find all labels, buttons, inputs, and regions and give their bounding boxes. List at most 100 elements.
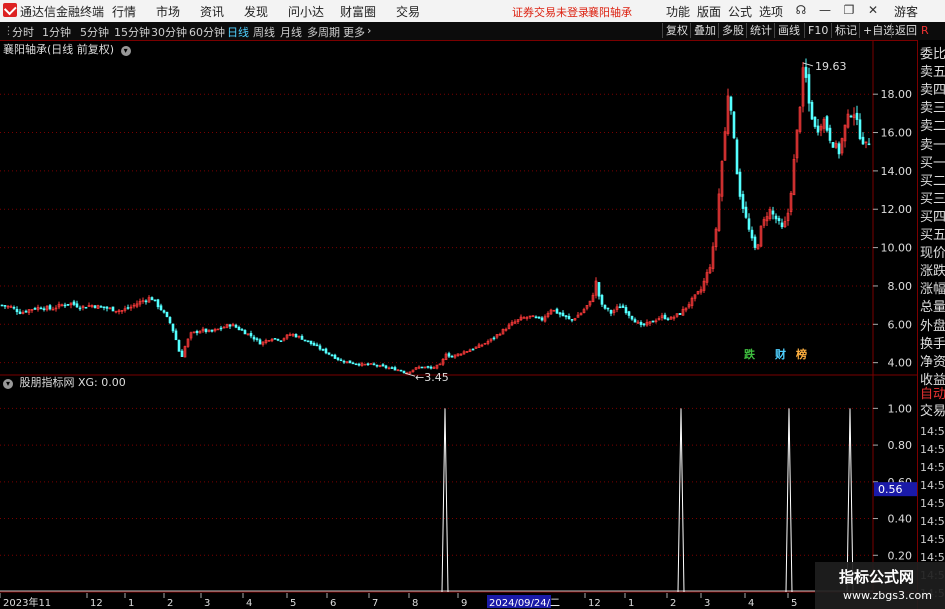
candle-body [156,299,160,308]
menu-formula[interactable]: 公式 [728,3,752,20]
candle-body [75,303,79,308]
multi-stock-button[interactable]: 多股 [718,23,744,38]
menu-options[interactable]: 选项 [759,3,783,20]
candle-body [450,355,454,358]
candle-body [777,218,781,222]
adjust-button[interactable]: 复权 [662,23,688,38]
candle-body [561,312,565,317]
trade-label: 交易 [920,404,945,419]
title-bar: 通达信金融终端 行情 市场 资讯 发现 问小达 财富圈 交易 证券交易未登录 襄… [0,0,945,22]
candle-body [666,318,670,321]
period-intraday[interactable]: 分时 [12,24,34,40]
candle-body [753,236,757,248]
chevron-right-icon[interactable]: › [367,24,371,37]
period-15min[interactable]: 15分钟 [114,24,150,40]
candle-body [633,319,637,323]
indicator-tick-label: 0.40 [888,513,913,526]
menu-functions[interactable]: 功能 [666,3,690,20]
app-name: 通达信金融终端 [20,5,105,19]
indicator-title: 股朋指标网 XG: 0.00 [19,376,126,389]
watermark-url: www.zbgs3.com [843,589,932,602]
candle-body [180,350,184,357]
period-more[interactable]: 更多 [343,24,365,40]
candle-body [18,311,22,314]
draw-line-button[interactable]: 画线 [774,23,800,38]
r-badge[interactable]: R [921,24,941,37]
candle-body [426,366,430,368]
candle-body [540,317,544,321]
quote-field-label: 总量 [920,300,945,316]
candle-body [651,320,655,323]
low-label: ←3.45 [415,371,449,384]
period-weekly[interactable]: 周线 [253,24,275,40]
price-tick-label: 12.00 [881,203,913,216]
add-watchlist-button[interactable]: +自选 [859,23,894,38]
candle-body [204,328,208,333]
menu-discover[interactable]: 发现 [244,3,268,20]
candle-series [0,58,871,375]
menu-market[interactable]: 市场 [156,3,180,20]
tick-time: 14:56 [920,479,945,492]
menu-market-quotes[interactable]: 行情 [112,3,136,20]
candle-body [771,210,775,215]
candle-body [3,305,7,307]
candle-body [348,360,352,364]
candle-body [534,316,538,319]
tick-time: 14:56 [920,497,945,510]
candle-body [867,143,871,146]
overlay-button[interactable]: 叠加 [690,23,716,38]
restore-icon[interactable]: ❐ [842,3,856,17]
candle-body [732,111,736,139]
candle-body [324,348,328,354]
period-5min[interactable]: 5分钟 [80,24,109,40]
price-tick-label: 4.00 [888,357,913,370]
f10-button[interactable]: F10 [804,23,828,38]
period-60min[interactable]: 60分钟 [189,24,225,40]
menu-ask-assistant[interactable]: 问小达 [288,3,324,20]
chart-settings-icon[interactable]: ▾ [120,46,131,56]
close-icon[interactable]: ✕ [866,3,880,17]
period-30min[interactable]: 30分钟 [151,24,187,40]
date-tick-label: 2023年11 [3,596,51,609]
quote-field-label: 卖五 [920,65,945,81]
candle-body [828,127,832,141]
mark-button[interactable]: 标记 [831,23,857,38]
user-guest[interactable]: 游客 [894,3,918,20]
statistics-button[interactable]: 统计 [746,23,772,38]
candle-body [825,116,829,131]
candle-body [279,340,283,342]
main-chart-info: 襄阳轴承(日线 前复权) ▾ [3,41,131,57]
period-daily[interactable]: 日线 [227,24,249,40]
candle-body [228,324,232,327]
candle-body [774,215,778,220]
quote-field-label: 买二 [920,173,945,189]
candle-body [597,282,601,297]
candle-body [330,354,334,357]
candle-body [318,345,322,350]
period-1min[interactable]: 1分钟 [42,24,71,40]
menu-trade[interactable]: 交易 [396,3,420,20]
back-button[interactable]: 返回 [891,23,917,38]
period-multi[interactable]: 多周期 [307,24,340,40]
period-monthly[interactable]: 月线 [280,24,302,40]
candle-body [831,142,835,148]
date-tick-label: 1 [128,598,134,609]
candle-body [312,342,316,346]
chart-grid [0,40,917,609]
menu-news[interactable]: 资讯 [200,3,224,20]
candle-body [42,308,46,311]
indicator-settings-icon[interactable]: ▾ [3,379,13,389]
menu-layout[interactable]: 版面 [697,3,721,20]
quote-field-label: 买三 [920,191,945,207]
candle-body [234,324,238,328]
headset-icon[interactable]: ☊ [794,3,808,17]
menu-wealth-circle[interactable]: 财富圈 [340,3,376,20]
candle-body [492,337,496,340]
minimize-icon[interactable]: — [818,3,832,17]
trade-login-warning[interactable]: 证券交易未登录 [512,4,589,20]
candle-body [780,222,784,228]
candle-body [750,229,754,239]
candle-body [621,305,625,308]
date-cursor-label: 2024/09/24/二 [489,598,560,609]
kline-chart[interactable]: 18.00 16.00 14.00 12.00 10.00 8.00 6.00 4.00 1.… [0,40,917,609]
